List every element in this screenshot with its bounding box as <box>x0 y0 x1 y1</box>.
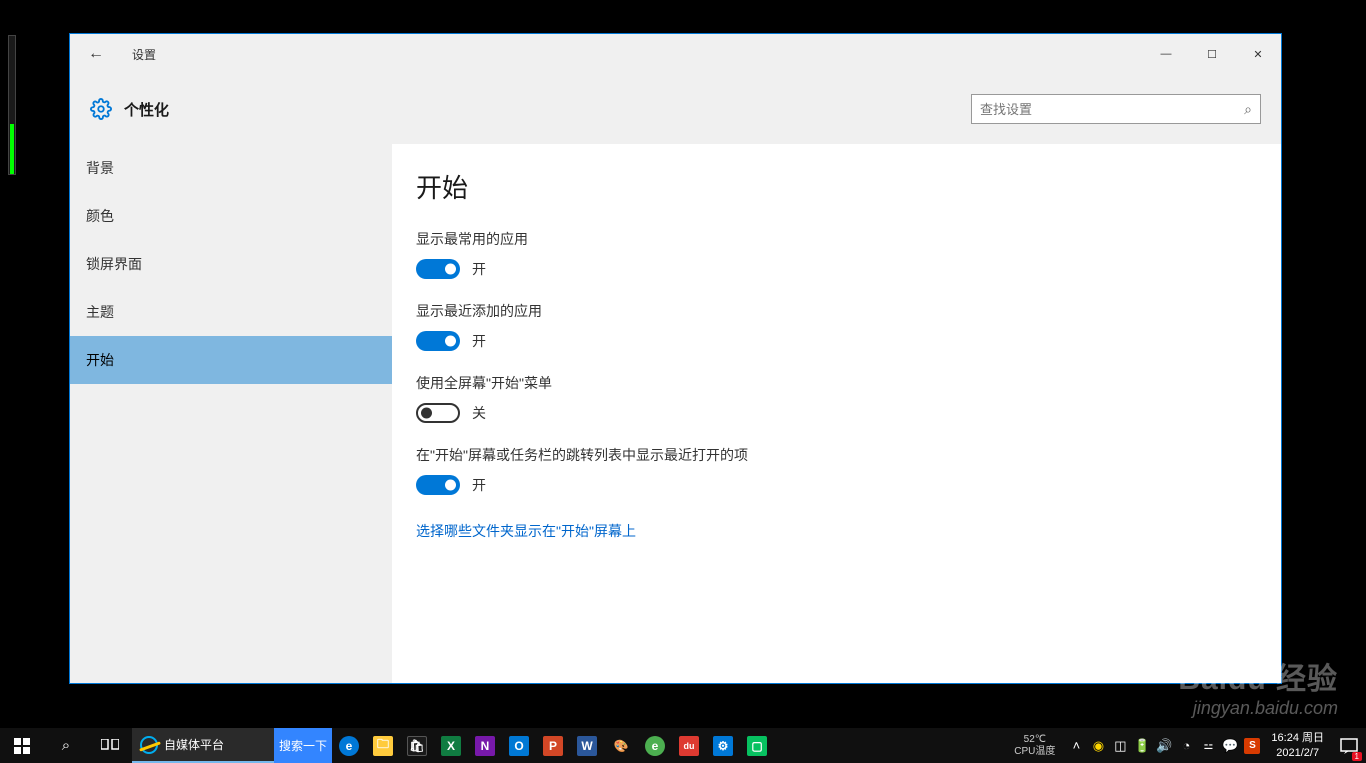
action-center[interactable]: 1 <box>1332 728 1366 763</box>
tray-app-icon[interactable]: ◫ <box>1109 728 1131 763</box>
link-choose-folders[interactable]: 选择哪些文件夹显示在"开始"屏幕上 <box>416 521 636 541</box>
tray-shield-icon[interactable]: ◉ <box>1087 728 1109 763</box>
cpu-temp-label: CPU温度 <box>1014 746 1055 758</box>
volume-level <box>10 124 14 174</box>
windows-icon <box>14 738 30 754</box>
taskbar-app-excel[interactable]: X <box>434 728 468 763</box>
taskbar-app-paint[interactable]: 🎨 <box>604 728 638 763</box>
search-box[interactable]: ⌕ <box>971 94 1261 124</box>
taskbar-app-store[interactable]: 🛍 <box>400 728 434 763</box>
setting-most-used-apps: 显示最常用的应用 开 <box>416 229 1281 279</box>
toggle-most-used-apps[interactable] <box>416 259 460 279</box>
sidebar-item-themes[interactable]: 主题 <box>70 288 392 336</box>
gear-icon <box>90 98 112 120</box>
taskbar-app-word[interactable]: W <box>570 728 604 763</box>
notif-badge: 1 <box>1352 752 1362 761</box>
tray-battery-icon[interactable]: 🔋 <box>1131 728 1153 763</box>
ie-title: 自媒体平台 <box>164 736 224 753</box>
toggle-fullscreen-start[interactable] <box>416 403 460 423</box>
tray-ime-icon[interactable]: S <box>1241 728 1263 763</box>
search-icon: ⌕ <box>1244 101 1252 118</box>
page-title: 开始 <box>416 168 1281 205</box>
sub-header: 个性化 ⌕ <box>70 74 1281 144</box>
toggle-recently-added[interactable] <box>416 331 460 351</box>
task-view[interactable] <box>88 728 132 763</box>
taskbar-right: 52℃ CPU温度 ˄ ◉ ◫ 🔋 🔊 ◔ ⚍ 💬 S 16:24 周日 202… <box>1004 728 1366 763</box>
setting-label: 在"开始"屏幕或任务栏的跳转列表中显示最近打开的项 <box>416 445 1281 465</box>
taskbar-app-wechat[interactable]: ▢ <box>740 728 774 763</box>
taskbar-clock[interactable]: 16:24 周日 2021/2/7 <box>1263 728 1332 763</box>
taskbar-app-baidu[interactable]: du <box>672 728 706 763</box>
clock-time: 16:24 周日 <box>1271 731 1324 745</box>
tray-chat-icon[interactable]: 💬 <box>1219 728 1241 763</box>
sidebar-item-lockscreen[interactable]: 锁屏界面 <box>70 240 392 288</box>
watermark-url: jingyan.baidu.com <box>1178 698 1338 719</box>
titlebar: ← 设置 — ☐ ✕ <box>70 34 1281 74</box>
window-controls: — ☐ ✕ <box>1143 38 1281 70</box>
settings-window: ← 设置 — ☐ ✕ 个性化 ⌕ 背景 颜色 锁屏界面 主题 开始 开始 显示最… <box>69 33 1282 684</box>
window-title: 设置 <box>132 46 156 63</box>
toggle-state: 开 <box>472 475 486 495</box>
clock-date: 2021/2/7 <box>1276 746 1319 760</box>
taskbar-app-outlook[interactable]: O <box>502 728 536 763</box>
sidebar-item-colors[interactable]: 颜色 <box>70 192 392 240</box>
tray-network-icon[interactable]: ◔ <box>1175 728 1197 763</box>
setting-label: 使用全屏幕"开始"菜单 <box>416 373 1281 393</box>
taskbar-search[interactable]: ⌕ <box>44 728 88 763</box>
taskbar-app-settings[interactable]: ⚙ <box>706 728 740 763</box>
taskview-icon <box>101 739 119 753</box>
taskbar-app-explorer[interactable]: 🗀 <box>366 728 400 763</box>
taskbar-app-onenote[interactable]: N <box>468 728 502 763</box>
taskbar: ⌕ 自媒体平台 搜索一下 e 🗀 🛍 X N O P W 🎨 e du ⚙ ▢ … <box>0 728 1366 763</box>
cpu-temp-widget[interactable]: 52℃ CPU温度 <box>1004 728 1065 763</box>
toggle-state: 开 <box>472 331 486 351</box>
setting-label: 显示最常用的应用 <box>416 229 1281 249</box>
setting-jumplist-recent: 在"开始"屏幕或任务栏的跳转列表中显示最近打开的项 开 <box>416 445 1281 495</box>
section-title: 个性化 <box>124 99 169 120</box>
tray-wifi-icon[interactable]: ⚍ <box>1197 728 1219 763</box>
toggle-jumplist-recent[interactable] <box>416 475 460 495</box>
taskbar-app-powerpoint[interactable]: P <box>536 728 570 763</box>
sidebar: 背景 颜色 锁屏界面 主题 开始 <box>70 144 392 683</box>
ie-icon <box>140 736 158 754</box>
toggle-state: 关 <box>472 403 486 423</box>
cpu-temp-value: 52℃ <box>1024 734 1046 746</box>
search-input[interactable] <box>980 102 1244 117</box>
sidebar-item-background[interactable]: 背景 <box>70 144 392 192</box>
baidu-search-button[interactable]: 搜索一下 <box>274 728 332 763</box>
tray-volume-icon[interactable]: 🔊 <box>1153 728 1175 763</box>
volume-meter <box>8 35 16 175</box>
start-button[interactable] <box>0 728 44 763</box>
back-button[interactable]: ← <box>88 45 104 63</box>
setting-recently-added: 显示最近添加的应用 开 <box>416 301 1281 351</box>
setting-label: 显示最近添加的应用 <box>416 301 1281 321</box>
window-body: 背景 颜色 锁屏界面 主题 开始 开始 显示最常用的应用 开 显示最近添加的应用… <box>70 144 1281 683</box>
tray-chevron-icon[interactable]: ˄ <box>1065 728 1087 763</box>
titlebar-left: ← 设置 <box>70 45 156 63</box>
taskbar-app-edge[interactable]: e <box>332 728 366 763</box>
sidebar-item-start[interactable]: 开始 <box>70 336 392 384</box>
toggle-state: 开 <box>472 259 486 279</box>
taskbar-app-360[interactable]: e <box>638 728 672 763</box>
maximize-button[interactable]: ☐ <box>1189 38 1235 70</box>
close-button[interactable]: ✕ <box>1235 38 1281 70</box>
taskbar-app-ie[interactable]: 自媒体平台 <box>132 728 274 763</box>
content-area: 开始 显示最常用的应用 开 显示最近添加的应用 开 使用全屏幕"开始"菜单 <box>392 144 1281 683</box>
minimize-button[interactable]: — <box>1143 38 1189 70</box>
setting-fullscreen-start: 使用全屏幕"开始"菜单 关 <box>416 373 1281 423</box>
